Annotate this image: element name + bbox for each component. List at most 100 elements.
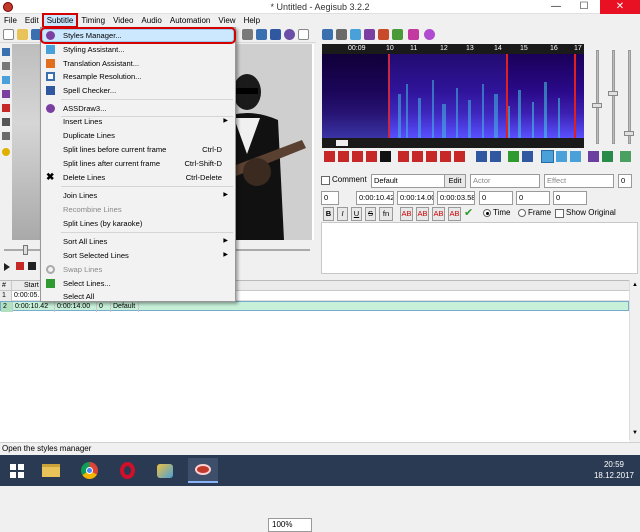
opera-icon[interactable]: [112, 458, 142, 483]
menu-view[interactable]: View: [214, 14, 239, 27]
start-time-field[interactable]: 0:00:10.42: [356, 191, 394, 205]
zoom-select[interactable]: 100%: [268, 518, 312, 532]
menu-item-split-after[interactable]: Split lines after current frame Ctrl-Shi…: [42, 157, 234, 170]
audio-display[interactable]: 00:09 10 11 12 13 14 15 16 17: [322, 44, 584, 148]
effect-value-field[interactable]: 0: [618, 174, 632, 188]
vertical-zoom-slider[interactable]: [608, 50, 618, 144]
play-line-icon[interactable]: [16, 262, 24, 270]
fit-icon[interactable]: [242, 29, 253, 40]
play-selection-icon[interactable]: [352, 151, 363, 162]
play-first-500ms-icon[interactable]: [426, 151, 437, 162]
commit-icon[interactable]: [508, 151, 519, 162]
margin-left-field[interactable]: 0: [479, 191, 513, 205]
spectrum-mode-icon[interactable]: [588, 151, 599, 162]
script-icon[interactable]: [424, 29, 435, 40]
auto-scroll-icon[interactable]: [570, 151, 581, 162]
auto-commit-icon[interactable]: [541, 150, 554, 163]
menu-item-delete-lines[interactable]: ✖ Delete Lines Ctrl-Delete: [42, 171, 234, 184]
menu-video[interactable]: Video: [109, 14, 137, 27]
paint-icon[interactable]: [150, 458, 180, 483]
menu-item-sort-all-lines[interactable]: Sort All Lines ▶: [42, 235, 234, 248]
vector-clip-icon[interactable]: [2, 132, 10, 140]
volume-slider[interactable]: [624, 50, 634, 144]
drag-tool-icon[interactable]: [2, 62, 10, 70]
menu-item-split-karaoke[interactable]: Split Lines (by karaoke): [42, 217, 234, 230]
bold-button[interactable]: B: [323, 207, 334, 221]
margin-right-field[interactable]: 0: [516, 191, 550, 205]
open-file-icon[interactable]: [17, 29, 28, 40]
automation-icon[interactable]: [408, 29, 419, 40]
play-500ms-before-icon[interactable]: [398, 151, 409, 162]
properties-icon[interactable]: [298, 29, 309, 40]
scale-icon[interactable]: [364, 29, 375, 40]
karaoke-icon[interactable]: [602, 151, 613, 162]
italic-button[interactable]: I: [337, 207, 348, 221]
style-select[interactable]: Default: [371, 174, 449, 188]
play-500ms-after-icon[interactable]: [412, 151, 423, 162]
outline-color-button[interactable]: AB: [432, 207, 445, 221]
secondary-color-button[interactable]: AB: [416, 207, 429, 221]
stop-icon[interactable]: [28, 262, 36, 270]
margin-vertical-field[interactable]: 0: [553, 191, 587, 205]
strikeout-button[interactable]: S: [365, 207, 376, 221]
scale-tool-icon[interactable]: [2, 104, 10, 112]
prev-line-icon[interactable]: [324, 151, 335, 162]
primary-color-button[interactable]: AB: [400, 207, 413, 221]
auto-next-icon[interactable]: [556, 151, 567, 162]
menu-item-join-lines[interactable]: Join Lines ▶: [42, 189, 234, 202]
menu-item-insert-lines[interactable]: Insert Lines ▶: [42, 115, 234, 128]
font-button[interactable]: fn: [379, 207, 393, 221]
play-to-end-icon[interactable]: [454, 151, 465, 162]
grid-scrollbar[interactable]: ▲ ▼: [629, 280, 640, 440]
shift-times-icon[interactable]: [270, 29, 281, 40]
horizontal-zoom-slider[interactable]: [592, 50, 602, 144]
rotate-z-tool-icon[interactable]: [2, 76, 10, 84]
spell-check-icon[interactable]: [392, 29, 403, 40]
system-clock[interactable]: 20:59 18.12.2017: [594, 459, 634, 481]
lead-in-icon[interactable]: [476, 151, 487, 162]
lead-out-icon[interactable]: [490, 151, 501, 162]
menu-item-select-all[interactable]: Select All: [42, 290, 234, 303]
rotate-icon[interactable]: [350, 29, 361, 40]
play-current-line-icon[interactable]: [366, 151, 377, 162]
menu-audio[interactable]: Audio: [137, 14, 165, 27]
menu-item-duplicate-lines[interactable]: Duplicate Lines: [42, 129, 234, 142]
play-icon[interactable]: [4, 263, 10, 271]
menu-item-split-before[interactable]: Split lines before current frame Ctrl-D: [42, 143, 234, 156]
menu-item-styles-manager[interactable]: Styles Manager...: [42, 29, 234, 42]
end-time-field[interactable]: 0:00:14.00: [397, 191, 434, 205]
scroll-up-icon[interactable]: ▲: [632, 282, 638, 288]
minimize-button[interactable]: —: [542, 0, 570, 14]
next-line-icon[interactable]: [338, 151, 349, 162]
show-original-checkbox[interactable]: [555, 209, 564, 218]
file-explorer-icon[interactable]: [36, 458, 66, 483]
menu-item-spell-checker[interactable]: Spell Checker...: [42, 84, 234, 97]
shadow-color-button[interactable]: AB: [448, 207, 461, 221]
menu-item-resample-resolution[interactable]: Resample Resolution...: [42, 70, 234, 83]
maximize-button[interactable]: ☐: [570, 0, 598, 14]
menu-item-sort-selected-lines[interactable]: Sort Selected Lines ▶: [42, 249, 234, 262]
menu-file[interactable]: File: [0, 14, 21, 27]
go-to-selection-icon[interactable]: [522, 151, 533, 162]
menu-timing[interactable]: Timing: [77, 14, 109, 27]
clip-icon[interactable]: [378, 29, 389, 40]
menu-item-translation-assistant[interactable]: Translation Assistant...: [42, 57, 234, 70]
play-last-500ms-icon[interactable]: [440, 151, 451, 162]
help-icon[interactable]: [2, 148, 10, 156]
close-button[interactable]: ✕: [600, 0, 640, 14]
effect-field[interactable]: Effect: [544, 174, 614, 188]
menu-item-styling-assistant[interactable]: Styling Assistant...: [42, 43, 234, 56]
rotate-xy-tool-icon[interactable]: [2, 90, 10, 98]
subtitle-grid[interactable]: # Start 1 0:00:05. 2 0:00:10.42 0:00:14.…: [0, 280, 629, 442]
menu-edit[interactable]: Edit: [21, 14, 43, 27]
actor-field[interactable]: Actor: [470, 174, 540, 188]
comment-checkbox[interactable]: [321, 176, 330, 185]
jump-icon[interactable]: [256, 29, 267, 40]
menu-subtitle[interactable]: Subtitle: [41, 13, 79, 28]
layer-field[interactable]: 0: [321, 191, 339, 205]
chrome-icon[interactable]: [74, 458, 104, 483]
menu-help[interactable]: Help: [240, 14, 264, 27]
karaoke-split-icon[interactable]: [620, 151, 631, 162]
start-button[interactable]: [2, 458, 32, 483]
aegisub-taskbar-icon[interactable]: [188, 458, 218, 483]
